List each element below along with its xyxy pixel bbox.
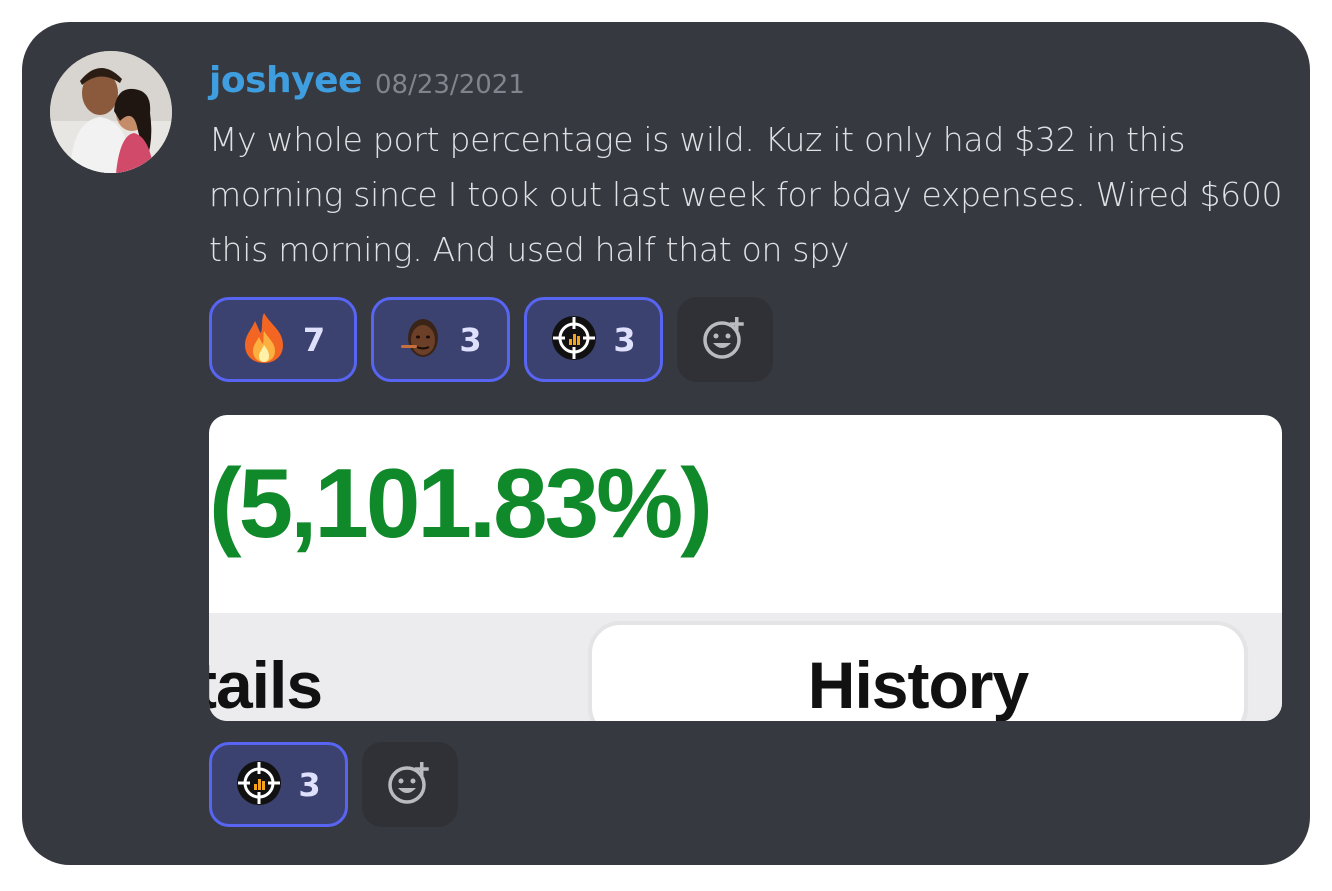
add-reaction-button[interactable] <box>677 297 773 382</box>
percent-change-text: (5,101.83%) <box>209 448 713 558</box>
crosshair-logo-emoji-icon <box>236 760 282 810</box>
message-timestamp: 08/23/2021 <box>375 70 525 100</box>
reaction-crosshair[interactable]: 3 <box>524 297 663 382</box>
add-emoji-icon <box>702 315 748 365</box>
tab-history: History <box>592 625 1244 721</box>
user-avatar[interactable] <box>50 51 172 173</box>
message-text: My whole port percentage is wild. Kuz it… <box>209 120 1283 269</box>
fire-emoji-icon <box>241 311 287 369</box>
reaction-bar: 7 3 3 <box>209 297 773 382</box>
reaction-count: 3 <box>613 320 636 359</box>
embed-reaction-bar: 3 <box>209 742 458 827</box>
image-attachment[interactable]: (5,101.83%) tails History <box>209 415 1282 721</box>
reaction-crosshair[interactable]: 3 <box>209 742 348 827</box>
custom-face-emoji-icon <box>399 316 443 364</box>
reaction-custom-face[interactable]: 3 <box>371 297 510 382</box>
username[interactable]: joshyee <box>209 60 362 101</box>
tab-history-label: History <box>807 648 1029 721</box>
reaction-count: 3 <box>459 320 482 359</box>
add-reaction-button[interactable] <box>362 742 458 827</box>
crosshair-logo-emoji-icon <box>551 315 597 365</box>
reaction-count: 7 <box>302 320 326 359</box>
add-emoji-icon <box>387 760 433 810</box>
tab-details-label: tails <box>209 648 323 721</box>
reaction-count: 3 <box>298 765 321 804</box>
reaction-fire[interactable]: 7 <box>209 297 357 382</box>
